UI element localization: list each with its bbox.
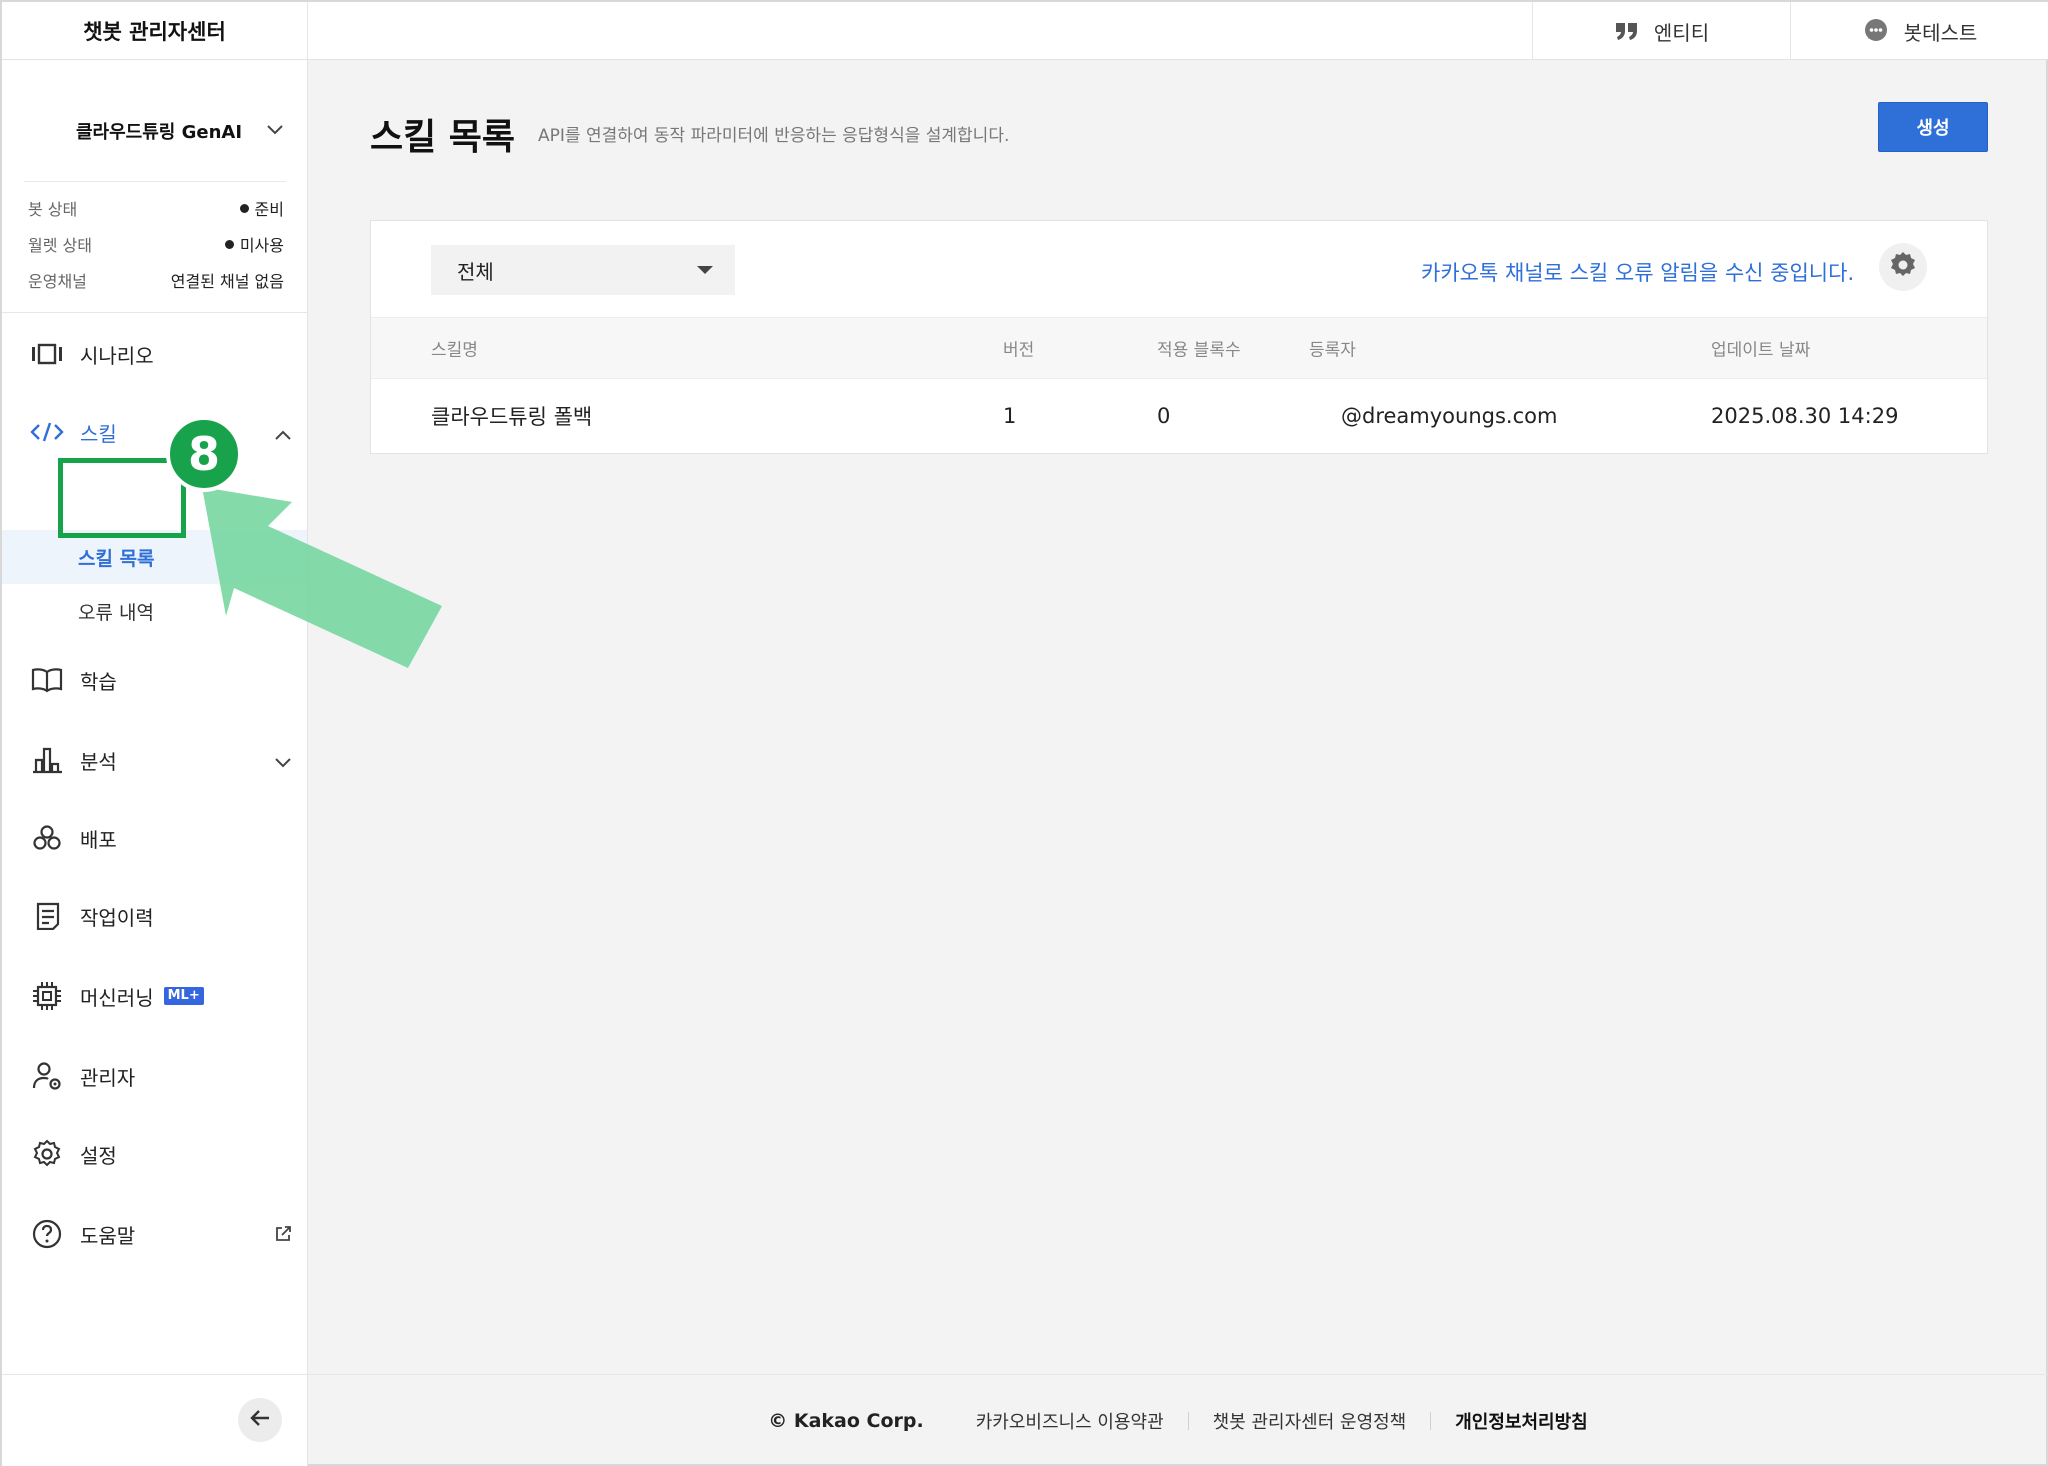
status-value: 준비 [254, 200, 284, 219]
copyright: © Kakao Corp. [768, 1409, 924, 1432]
step-number-badge: 8 [166, 416, 242, 492]
sidebar-item-admin[interactable]: 관리자 [30, 1056, 292, 1096]
status-row-channel: 운영채널 연결된 채널 없음 [28, 262, 284, 298]
divider [2, 1374, 307, 1375]
filter-value: 전체 [457, 259, 494, 284]
bar-chart-icon [30, 743, 64, 777]
tab-entity-label: 엔티티 [1653, 20, 1710, 45]
help-icon [30, 1217, 64, 1251]
code-icon [30, 415, 64, 449]
status-dot-icon [224, 239, 234, 249]
brand-title[interactable]: 챗봇 관리자센터 [2, 2, 308, 60]
quote-icon [1614, 20, 1640, 42]
column-header[interactable]: 스킬명 [431, 336, 478, 361]
pointer-arrow-icon [202, 487, 442, 668]
updated-date-cell: 2025.08.30 14:29 [1711, 404, 1899, 428]
page-title: 스킬 목록 [370, 117, 516, 158]
status-label: 봇 상태 [28, 200, 78, 219]
sidebar-item-label: 학습 [80, 669, 117, 694]
sidebar-item-history[interactable]: 작업이력 [30, 896, 292, 936]
sidebar-item-label: 분석 [80, 749, 117, 774]
chevron-up-icon [274, 422, 292, 446]
footer-link-terms[interactable]: 카카오비즈니스 이용약관 [976, 1408, 1164, 1434]
sidebar-item-settings[interactable]: 설정 [30, 1134, 292, 1174]
status-row-wallet: 월렛 상태 미사용 [28, 226, 284, 262]
block-count-cell: 0 [1157, 404, 1171, 428]
sidebar-item-skill[interactable]: 스킬 [30, 412, 292, 452]
sidebar-item-deploy[interactable]: 배포 [30, 818, 292, 858]
skill-list-panel: 전체 카카오톡 채널로 스킬 오류 알림을 수신 중입니다. 스킬명 버전 적용… [370, 220, 1988, 454]
filter-select[interactable]: 전체 [431, 245, 735, 295]
sidebar-item-machine-learning[interactable]: 머신러닝 ML+ [30, 976, 292, 1016]
bot-status-panel: 봇 상태 준비 월렛 상태 미사용 운영채널 연결된 채널 없음 [28, 190, 284, 298]
ml-plus-badge: ML+ [163, 987, 204, 1005]
tab-bot-test[interactable]: 봇테스트 [1790, 2, 2048, 60]
sidebar-item-help[interactable]: 도움말 [30, 1214, 292, 1254]
top-bar: 챗봇 관리자센터 엔티티 봇테스트 [2, 2, 2048, 60]
status-dot-icon [239, 203, 249, 213]
app-frame: 챗봇 관리자센터 엔티티 봇테스트 클라우드튜링 GenAI 봇 상태 준비 월… [0, 0, 2048, 1466]
column-header[interactable]: 버전 [1003, 336, 1034, 361]
history-icon [30, 899, 64, 933]
sidebar-item-scenario[interactable]: 시나리오 [30, 334, 292, 374]
skill-name-cell[interactable]: 클라우드튜링 폴백 [431, 401, 592, 431]
status-value: 연결된 채널 없음 [170, 272, 284, 291]
column-header[interactable]: 적용 블록수 [1157, 336, 1241, 361]
tab-entity[interactable]: 엔티티 [1532, 2, 1790, 60]
workspace-selector[interactable]: 클라우드튜링 GenAI [24, 80, 286, 182]
column-header[interactable]: 등록자 [1309, 336, 1356, 361]
registrant-cell: @dreamyoungs.com [1341, 404, 1558, 428]
divider [1430, 1411, 1432, 1430]
version-cell: 1 [1003, 404, 1017, 428]
footer-link-policy[interactable]: 챗봇 관리자센터 운영정책 [1213, 1408, 1407, 1434]
gear-icon [1888, 250, 1918, 284]
status-label: 운영채널 [28, 272, 87, 291]
footer: © Kakao Corp. 카카오비즈니스 이용약관 챗봇 관리자센터 운영정책… [308, 1374, 2048, 1466]
workspace-name: 클라우드튜링 GenAI [76, 121, 243, 143]
sidebar-item-label: 관리자 [80, 1065, 136, 1090]
highlight-box [58, 458, 186, 538]
sidebar-subitem-error-log[interactable]: 오류 내역 [78, 598, 154, 625]
table-row[interactable]: 클라우드튜링 폴백 1 0 @dreamyoungs.com 2025.08.3… [371, 379, 1987, 453]
arrow-left-icon [249, 1409, 271, 1431]
gear-icon [30, 1137, 64, 1171]
caret-down-icon [697, 266, 713, 274]
chip-icon [30, 979, 64, 1013]
sidebar-item-label: 작업이력 [80, 905, 154, 930]
sidebar-subitem-skill-list[interactable]: 스킬 목록 [78, 544, 155, 571]
status-value: 미사용 [239, 236, 284, 255]
sidebar-item-label: 스킬 [80, 421, 117, 446]
deploy-icon [30, 821, 64, 855]
sidebar-item-label: 배포 [80, 827, 117, 852]
status-label: 월렛 상태 [28, 236, 92, 255]
create-button[interactable]: 생성 [1878, 102, 1988, 152]
sidebar: 클라우드튜링 GenAI 봇 상태 준비 월렛 상태 미사용 운영채널 연결된 … [2, 60, 308, 1466]
table-header: 스킬명 버전 적용 블록수 등록자 업데이트 날짜 [371, 317, 1987, 379]
chevron-down-icon [266, 120, 284, 141]
error-alert-notice-link[interactable]: 카카오톡 채널로 스킬 오류 알림을 수신 중입니다. [1421, 257, 1854, 287]
sidebar-item-label: 머신러닝 [80, 985, 154, 1010]
divider [1187, 1411, 1189, 1430]
footer-link-privacy[interactable]: 개인정보처리방침 [1455, 1408, 1587, 1434]
collapse-sidebar-button[interactable] [238, 1398, 282, 1442]
book-icon [30, 663, 64, 697]
scenario-icon [30, 337, 64, 371]
sidebar-item-label: 도움말 [80, 1223, 136, 1248]
chevron-down-icon [274, 750, 292, 774]
divider [2, 312, 307, 313]
sidebar-item-label: 시나리오 [80, 343, 154, 368]
column-header[interactable]: 업데이트 날짜 [1711, 336, 1810, 361]
external-link-icon [274, 1224, 292, 1248]
chat-bubble-icon [1862, 17, 1890, 45]
tab-bot-test-label: 봇테스트 [1903, 20, 1978, 45]
page-description: API를 연결하여 동작 파라미터에 반응하는 응답형식을 설계합니다. [538, 126, 1010, 146]
sidebar-item-label: 설정 [80, 1143, 117, 1168]
alert-settings-button[interactable] [1879, 243, 1927, 291]
admin-icon [30, 1059, 64, 1093]
status-row-bot: 봇 상태 준비 [28, 190, 284, 226]
sidebar-item-analytics[interactable]: 분석 [30, 740, 292, 780]
